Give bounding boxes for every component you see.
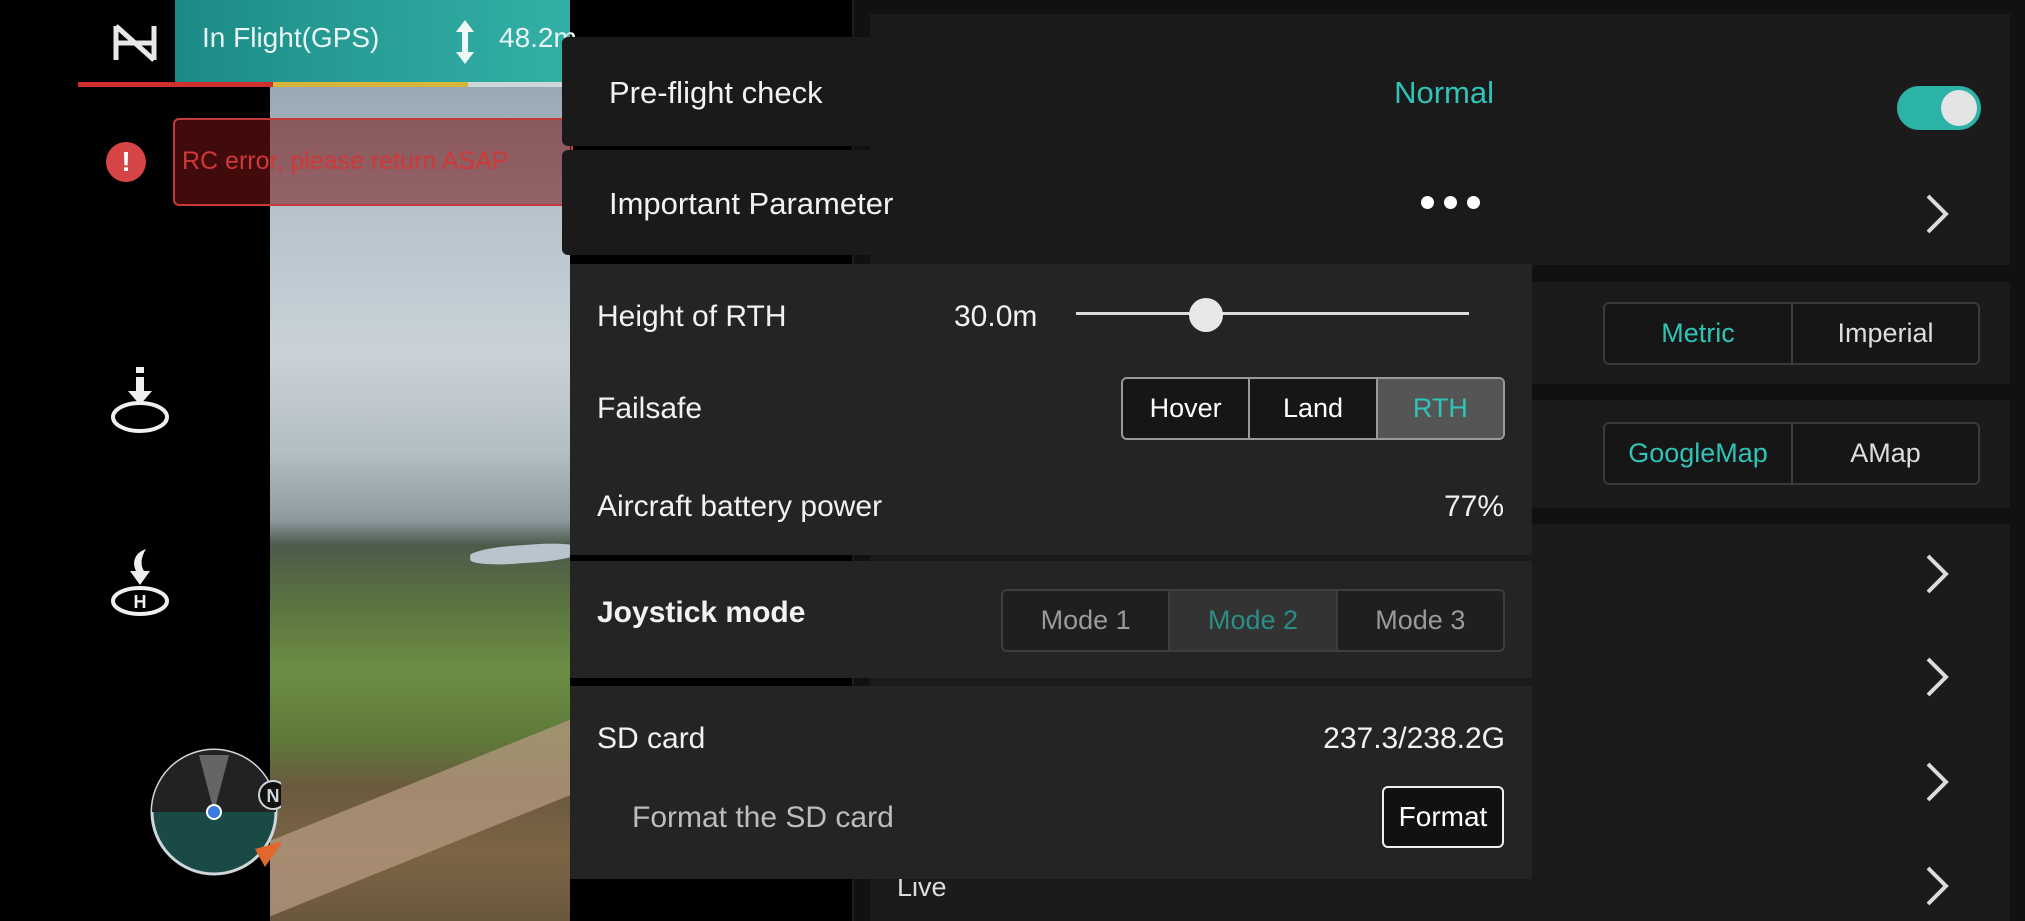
compass-map-icon[interactable]: N bbox=[147, 745, 281, 879]
camera-feed[interactable] bbox=[270, 85, 570, 921]
format-sd-button[interactable]: Format bbox=[1382, 786, 1504, 848]
sd-card-capacity: 237.3/238.2G bbox=[1323, 722, 1505, 755]
altitude-icon bbox=[456, 20, 474, 64]
joystick-option-mode-3[interactable]: Mode 3 bbox=[1335, 591, 1503, 650]
sd-card-label: SD card bbox=[597, 722, 706, 755]
settings-toggle[interactable] bbox=[1897, 86, 1981, 130]
chevron-right-icon[interactable] bbox=[1924, 760, 1950, 804]
joystick-option-mode-2[interactable]: Mode 2 bbox=[1168, 591, 1336, 650]
signal-bar-red bbox=[78, 82, 273, 87]
warning-icon: ! bbox=[106, 142, 146, 182]
svg-text:H: H bbox=[134, 592, 147, 612]
units-option-imperial[interactable]: Imperial bbox=[1791, 304, 1978, 363]
signal-bar-yellow bbox=[273, 82, 468, 87]
important-parameter-label: Important Parameter bbox=[609, 186, 894, 221]
chevron-right-icon[interactable] bbox=[1924, 552, 1950, 596]
rth-height-slider-knob[interactable] bbox=[1188, 298, 1223, 332]
failsafe-option-hover[interactable]: Hover bbox=[1123, 379, 1249, 438]
more-options-icon[interactable] bbox=[1421, 196, 1480, 209]
flight-mode-text: In Flight(GPS) bbox=[202, 22, 380, 53]
map-option-googlemap[interactable]: GoogleMap bbox=[1605, 424, 1791, 483]
signal-bar-white bbox=[468, 82, 570, 87]
failsafe-segmented-control[interactable]: Hover Land RTH bbox=[1121, 377, 1505, 440]
warning-message: RC error, please return ASAP bbox=[182, 147, 509, 175]
important-parameter-row[interactable]: Important Parameter bbox=[562, 150, 1538, 255]
return-home-icon[interactable]: H bbox=[106, 545, 174, 617]
preflight-check-row[interactable]: Pre-flight check Normal bbox=[562, 37, 1538, 146]
map-segmented-control[interactable]: GoogleMap AMap bbox=[1603, 422, 1980, 485]
auto-takeoff-icon[interactable] bbox=[106, 365, 174, 437]
rth-height-value: 30.0m bbox=[954, 300, 1038, 333]
camera-river bbox=[469, 541, 570, 567]
format-sd-label: Format the SD card bbox=[632, 801, 894, 834]
units-segmented-control[interactable]: Metric Imperial bbox=[1603, 302, 1980, 365]
map-option-amap[interactable]: AMap bbox=[1791, 424, 1978, 483]
joystick-mode-segmented-control[interactable]: Mode 1 Mode 2 Mode 3 bbox=[1001, 589, 1505, 652]
battery-label: Aircraft battery power bbox=[597, 490, 883, 523]
compass-north-label: N bbox=[267, 786, 280, 806]
units-option-metric[interactable]: Metric bbox=[1605, 304, 1791, 363]
camera-road bbox=[270, 698, 570, 921]
rth-height-label: Height of RTH bbox=[597, 300, 787, 333]
joystick-option-mode-1[interactable]: Mode 1 bbox=[1003, 591, 1169, 650]
sd-card-panel bbox=[570, 686, 1532, 879]
app-logo-icon[interactable] bbox=[112, 20, 158, 66]
chevron-right-icon[interactable] bbox=[1924, 192, 1950, 236]
failsafe-option-land[interactable]: Land bbox=[1248, 379, 1376, 438]
preflight-check-label: Pre-flight check bbox=[609, 75, 823, 110]
battery-value: 77% bbox=[1443, 490, 1504, 523]
failsafe-option-rth[interactable]: RTH bbox=[1375, 379, 1503, 438]
chevron-right-icon[interactable] bbox=[1924, 655, 1950, 699]
rth-height-slider[interactable] bbox=[1076, 312, 1469, 315]
joystick-mode-label: Joystick mode bbox=[597, 596, 806, 629]
failsafe-label: Failsafe bbox=[597, 392, 703, 425]
chevron-right-icon[interactable] bbox=[1924, 864, 1950, 908]
preflight-status: Normal bbox=[1394, 75, 1494, 110]
toggle-knob bbox=[1941, 90, 1977, 126]
